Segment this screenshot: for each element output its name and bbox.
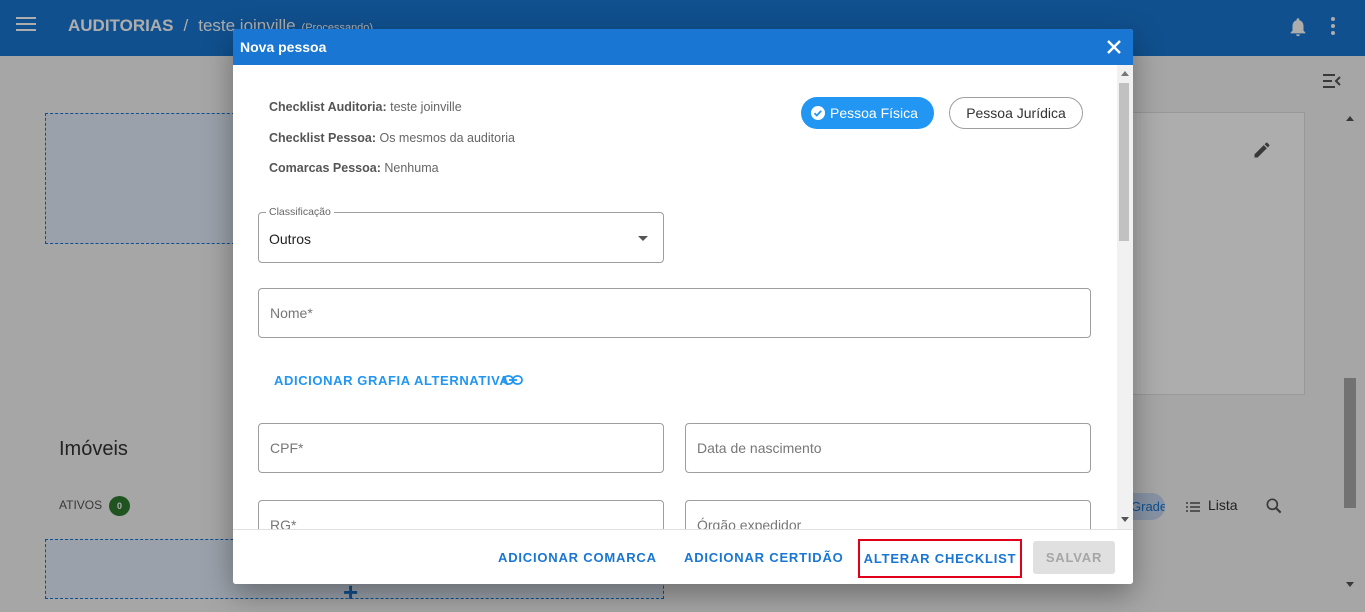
dialog-title: Nova pessoa <box>240 39 327 55</box>
classificacao-select[interactable]: Classificação Outros <box>258 206 664 263</box>
nome-field[interactable]: Nome* <box>258 288 1091 338</box>
new-person-dialog: Nova pessoa Checklist Auditoria: teste j… <box>233 29 1133 584</box>
pessoa-juridica-chip[interactable]: Pessoa Jurídica <box>949 97 1083 129</box>
close-icon[interactable] <box>1104 37 1124 57</box>
classificacao-label: Classificação <box>266 206 334 218</box>
classificacao-value: Outros <box>269 231 312 247</box>
info-comarcas-pessoa: Comarcas Pessoa: Nenhuma <box>269 161 439 175</box>
info-checklist-pessoa: Checklist Pessoa: Os mesmos da auditoria <box>269 131 515 145</box>
add-comarca-button[interactable]: ADICIONAR COMARCA <box>498 550 657 565</box>
orgao-expedidor-field[interactable]: Órgão expedidor <box>685 500 1091 529</box>
nome-placeholder: Nome* <box>270 305 313 321</box>
info-value: Os mesmos da auditoria <box>379 131 515 145</box>
dialog-body: Checklist Auditoria: teste joinville Che… <box>233 65 1133 529</box>
alter-checklist-button[interactable]: ALTERAR CHECKLIST <box>858 539 1022 578</box>
cpf-field[interactable]: CPF* <box>258 423 664 473</box>
add-certidao-button[interactable]: ADICIONAR CERTIDÃO <box>684 550 844 565</box>
pessoa-fisica-label: Pessoa Física <box>830 105 918 121</box>
pessoa-fisica-chip[interactable]: Pessoa Física <box>801 97 934 129</box>
info-checklist-auditoria: Checklist Auditoria: teste joinville <box>269 100 462 114</box>
link-icon[interactable] <box>503 374 523 386</box>
data-nascimento-placeholder: Data de nascimento <box>697 440 822 456</box>
info-label: Checklist Auditoria: <box>269 100 387 114</box>
rg-placeholder: RG* <box>270 517 297 529</box>
add-alt-spelling-button[interactable]: ADICIONAR GRAFIA ALTERNATIVA <box>274 373 509 388</box>
save-button[interactable]: SALVAR <box>1033 541 1115 574</box>
data-nascimento-field[interactable]: Data de nascimento <box>685 423 1091 473</box>
orgao-expedidor-placeholder: Órgão expedidor <box>697 517 802 529</box>
dialog-footer: ADICIONAR COMARCA ADICIONAR CERTIDÃO ALT… <box>233 529 1133 584</box>
dialog-header: Nova pessoa <box>233 29 1133 65</box>
info-value: Nenhuma <box>384 161 439 175</box>
info-label: Comarcas Pessoa: <box>269 161 381 175</box>
info-value: teste joinville <box>390 100 462 114</box>
cpf-placeholder: CPF* <box>270 440 304 456</box>
info-label: Checklist Pessoa: <box>269 131 376 145</box>
rg-field[interactable]: RG* <box>258 500 664 529</box>
dropdown-arrow-icon <box>638 236 648 241</box>
dialog-scrollbar[interactable] <box>1117 65 1133 529</box>
check-circle-icon <box>811 106 825 120</box>
